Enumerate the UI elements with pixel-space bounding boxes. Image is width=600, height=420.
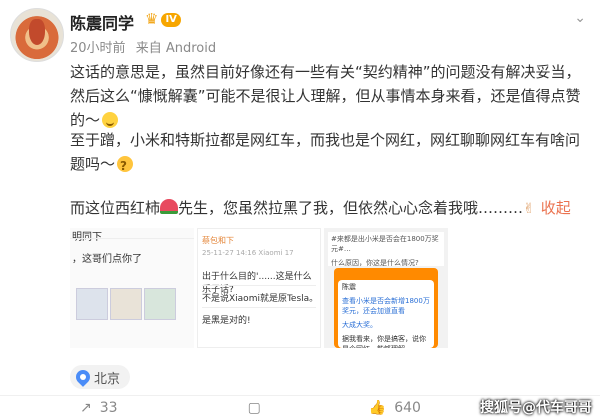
like-count: 640 — [394, 400, 421, 416]
comment-icon: ▢ — [247, 400, 261, 416]
img3-bar: #来都是出小米是否会在1800万奖元#… 什么原因，你这是什么情况? — [328, 232, 444, 267]
img3-line: 大成大奖。 — [342, 321, 377, 329]
img1-thumb — [110, 288, 142, 320]
watermelon-emoji-icon — [160, 199, 179, 214]
avatar[interactable] — [10, 8, 64, 62]
img1-title: 明同下 — [72, 228, 102, 243]
share-button[interactable]: ↗ 33 — [80, 400, 118, 416]
img2-head: 蔡包和下 — [202, 236, 234, 245]
post-image-2[interactable]: 蔡包和下 25-11-27 14:16 Xiaomi 17 出于什么目的'...… — [197, 228, 321, 348]
location-tag[interactable]: 北京 — [70, 365, 131, 389]
watermark: 搜狐号@代车哥哥 — [480, 400, 592, 416]
chevron-down-icon[interactable]: ⌄ — [574, 10, 586, 26]
img3-line: 陈震 — [342, 283, 356, 291]
img3-line: 查看小米是否会新增1800万奖元，还会加道直看 — [342, 297, 430, 315]
img3-panel: 陈震 查看小米是否会新增1800万奖元，还会加道直看 大成大奖。 据我看来，你是… — [338, 280, 434, 348]
location-pin-icon — [73, 367, 93, 387]
like-icon: 👍 — [368, 400, 387, 416]
img1-thumb — [76, 288, 108, 320]
post-paragraph-1: 这话的意思是，虽然目前好像还有一些有关“契约精神”的问题没有解决妥当，然后这么“… — [70, 60, 590, 132]
share-icon: ↗ — [80, 400, 92, 416]
username[interactable]: 陈震同学 — [70, 10, 134, 34]
image-grid: 明同下 ，这哥们点你了 蔡包和下 25-11-27 14:16 Xiaomi 1… — [70, 228, 448, 348]
level-badge: IV — [161, 12, 181, 27]
crown-icon: ♛ — [145, 10, 159, 28]
share-count: 33 — [99, 400, 118, 416]
img1-thumb — [144, 288, 176, 320]
img2-row: 是黑是对的! — [202, 316, 251, 326]
post-image-1[interactable]: 明同下 ，这哥们点你了 — [70, 228, 194, 348]
img3-bar-line: #来都是出小米是否会在1800万奖元#… — [331, 235, 439, 253]
avatar-figure — [29, 19, 45, 45]
thinking-emoji-icon — [117, 154, 134, 178]
paragraph-2-text: 至于蹭，小米和特斯拉都是网红车，而我也是个网红，网红聊聊网红车有啥问题吗～ — [70, 131, 581, 173]
paragraph-3-text-b: 先生，您虽然拉黑了我，但依然心心念着我哦……… — [178, 199, 524, 217]
img2-sep — [202, 285, 316, 286]
post-time: 20小时前 — [70, 41, 126, 56]
location-label: 北京 — [94, 371, 121, 387]
paragraph-1-text: 这话的意思是，虽然目前好像还有一些有关“契约精神”的问题没有解决妥当，然后这么“… — [70, 63, 581, 129]
like-button[interactable]: 👍 640 — [369, 400, 421, 416]
post-source: 来自 Android — [135, 41, 217, 56]
post-paragraph-2: 至于蹭，小米和特斯拉都是网红车，而我也是个网红，网红聊聊网红车有啥问题吗～ — [70, 128, 590, 178]
smile-emoji-icon — [102, 112, 119, 128]
img2-sub: 25-11-27 14:16 Xiaomi 17 — [202, 249, 294, 257]
post-image-3[interactable]: #来都是出小米是否会在1800万奖元#… 什么原因，你这是什么情况? 陈震 查看… — [324, 228, 448, 348]
img1-divider — [70, 238, 194, 239]
comment-button[interactable]: ▢ — [248, 400, 269, 416]
post-meta: 20小时前 来自 Android — [70, 37, 222, 56]
paragraph-3-text-a: 而这位西红柿 — [70, 199, 161, 217]
img1-msg: ，这哥们点你了 — [72, 254, 142, 265]
hand-emoji-icon: ✌ — [523, 201, 535, 217]
post-paragraph-3: 而这位西红柿 先生，您虽然拉黑了我，但依然心心念着我哦………✌ 收起 — [70, 196, 590, 221]
img3-line: 据我看来，你是搞客，说你是个网红，能够理解， — [342, 335, 426, 348]
img2-sep — [202, 307, 316, 308]
img2-row: 不是说Xiaomi就是原Tesla。 — [202, 294, 319, 304]
vip-badge[interactable]: ♛ IV — [145, 12, 181, 27]
collapse-link[interactable]: 收起 — [541, 199, 571, 217]
